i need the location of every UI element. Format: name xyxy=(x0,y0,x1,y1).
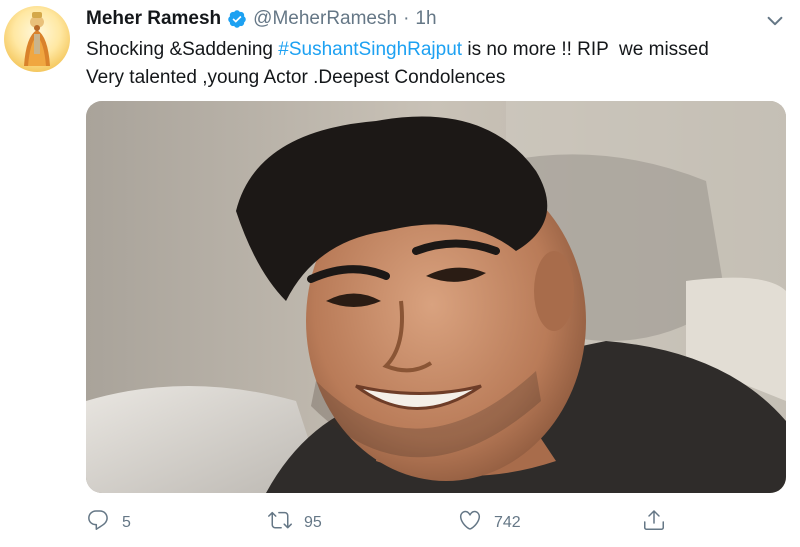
retweet-button[interactable]: 95 xyxy=(268,508,322,537)
share-button[interactable] xyxy=(642,508,666,537)
author-avatar[interactable] xyxy=(4,6,70,72)
reply-count: 5 xyxy=(122,513,131,531)
tweet-text-line-2: Very talented ,young Actor .Deepest Cond… xyxy=(86,67,506,88)
tweet-text-line-1: Shocking &Saddening #SushantSinghRajput … xyxy=(86,36,776,64)
like-button[interactable]: 742 xyxy=(458,508,521,537)
tweet-header: Meher Ramesh @MeherRamesh · 1h xyxy=(86,6,437,32)
retweet-count: 95 xyxy=(304,513,322,531)
chevron-down-icon[interactable] xyxy=(764,10,786,32)
reply-button[interactable]: 5 xyxy=(86,508,131,537)
tweet-text: Shocking &Saddening #SushantSinghRajput … xyxy=(86,36,776,92)
heart-icon xyxy=(458,508,482,537)
author-name[interactable]: Meher Ramesh xyxy=(86,8,221,30)
retweet-icon xyxy=(268,508,292,537)
author-handle[interactable]: @MeherRamesh xyxy=(253,8,397,30)
tweet-card[interactable]: Meher Ramesh @MeherRamesh · 1h Shocking … xyxy=(0,0,800,547)
like-count: 742 xyxy=(494,513,521,531)
tweet-timestamp[interactable]: 1h xyxy=(415,8,436,30)
tweet-photo[interactable] xyxy=(86,101,786,493)
hashtag-link[interactable]: #SushantSinghRajput xyxy=(278,39,462,60)
verified-badge-icon xyxy=(227,9,247,29)
reply-icon xyxy=(86,508,110,537)
tweet-text-segment: is no more !! RIP we missed xyxy=(462,39,709,60)
header-separator: · xyxy=(403,8,410,29)
tweet-text-segment: Shocking &Saddening xyxy=(86,39,279,60)
tweet-actions: 5 95 742 xyxy=(86,508,776,538)
share-icon xyxy=(642,508,666,537)
